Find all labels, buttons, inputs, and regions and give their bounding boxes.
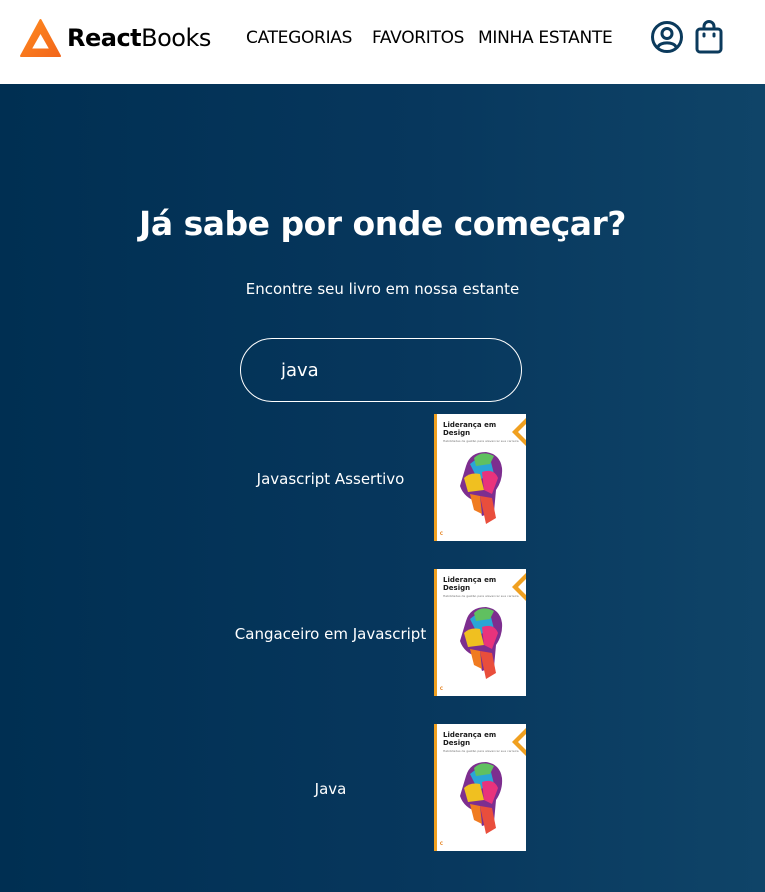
book-cover-image: Liderança em Design Habilidades de gestã…	[434, 569, 526, 696]
header: ReactBooks CATEGORIAS FAVORITOS MINHA ES…	[0, 0, 765, 84]
triangle-logo-icon	[20, 18, 61, 57]
book-cover[interactable]: Liderança em Design Habilidades de gestã…	[434, 724, 526, 851]
logo-text: ReactBooks	[67, 24, 211, 52]
page-title: Já sabe por onde começar?	[139, 204, 626, 243]
nav-minha-estante[interactable]: MINHA ESTANTE	[478, 28, 613, 48]
page-subtitle: Encontre seu livro em nossa estante	[245, 280, 520, 298]
nav-favoritos[interactable]: FAVORITOS	[372, 28, 464, 48]
svg-text:Liderança em: Liderança em	[443, 421, 496, 429]
result-title: Javascript Assertivo	[256, 470, 405, 488]
book-cover-image: Liderança em Design Habilidades de gestã…	[434, 414, 526, 541]
result-title: Cangaceiro em Javascript	[234, 625, 427, 643]
search-section: Já sabe por onde começar? Encontre seu l…	[0, 84, 765, 892]
svg-text:Habilidades de gestão para ala: Habilidades de gestão para alavancar sua…	[443, 439, 519, 443]
svg-text:Design: Design	[443, 739, 470, 747]
book-cover[interactable]: Liderança em Design Habilidades de gestã…	[434, 569, 526, 696]
svg-text:Design: Design	[443, 584, 470, 592]
shopping-bag-icon[interactable]	[695, 20, 723, 54]
svg-text:Liderança em: Liderança em	[443, 576, 496, 584]
result-item[interactable]: Java Liderança em Design Habilidades de …	[220, 724, 540, 852]
result-item[interactable]: Cangaceiro em Javascript Liderança em De…	[220, 569, 540, 697]
publisher-logo: C	[440, 841, 443, 846]
book-cover-image: Liderança em Design Habilidades de gestã…	[434, 724, 526, 851]
result-title: Java	[314, 780, 347, 798]
logo[interactable]: ReactBooks	[20, 17, 211, 59]
svg-text:Habilidades de gestão para ala: Habilidades de gestão para alavancar sua…	[443, 594, 519, 598]
result-item[interactable]: Javascript Assertivo Liderança em Design…	[220, 414, 540, 542]
svg-text:Design: Design	[443, 429, 470, 437]
svg-text:Habilidades de gestão para ala: Habilidades de gestão para alavancar sua…	[443, 749, 519, 753]
svg-text:Liderança em: Liderança em	[443, 731, 496, 739]
book-cover[interactable]: Liderança em Design Habilidades de gestã…	[434, 414, 526, 541]
publisher-logo: C	[440, 686, 443, 691]
search-input[interactable]	[240, 338, 522, 402]
nav-categorias[interactable]: CATEGORIAS	[246, 28, 352, 48]
user-circle-icon[interactable]	[650, 20, 684, 54]
publisher-logo: C	[440, 531, 443, 536]
